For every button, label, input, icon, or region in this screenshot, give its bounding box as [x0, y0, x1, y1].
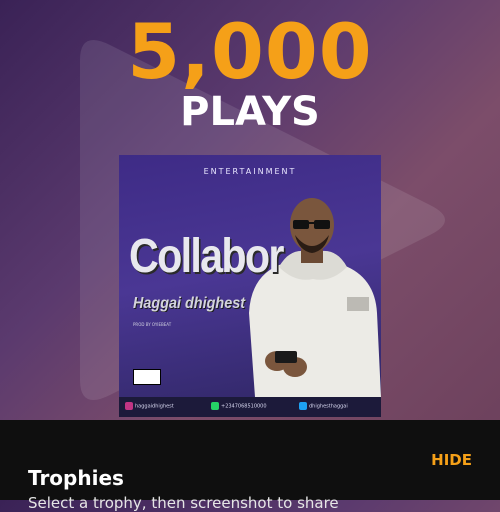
plays-count: 5,000: [127, 7, 373, 96]
whatsapp-number: +2347068510000: [221, 403, 267, 410]
cover-social-bar: haggaidhighest +2347068510000 dhighestha…: [119, 397, 381, 417]
plays-label: PLAYS: [180, 89, 320, 135]
cover-label: ENTERTAINMENT: [203, 167, 297, 176]
cover-social-twitter: dhighesthaggai: [299, 402, 348, 410]
instagram-handle: haggaidhighest: [135, 403, 174, 410]
cover-social-whatsapp: +2347068510000: [211, 402, 267, 410]
parental-advisory-logo: [133, 369, 161, 385]
twitter-icon: [299, 402, 307, 410]
cover-producer: PROD BY OYIEBEAT: [133, 322, 172, 327]
sheet-title: Trophies: [28, 466, 124, 490]
album-cover: ENTERTAINMENT Collabor Haggai dhighest P…: [119, 155, 381, 417]
twitter-handle: dhighesthaggai: [309, 403, 348, 410]
hide-button[interactable]: HIDE: [431, 451, 472, 469]
cover-artist: Haggai dhighest: [133, 295, 246, 312]
cover-title: Collabor: [129, 230, 284, 283]
artist-photo: [249, 198, 381, 397]
cover-social-instagram: haggaidhighest: [125, 402, 174, 410]
trophies-sheet: HIDE Trophies Select a trophy, then scre…: [0, 420, 500, 512]
whatsapp-icon: [211, 402, 219, 410]
instagram-icon: [125, 402, 133, 410]
sheet-subtitle: Select a trophy, then screenshot to shar…: [28, 494, 339, 512]
